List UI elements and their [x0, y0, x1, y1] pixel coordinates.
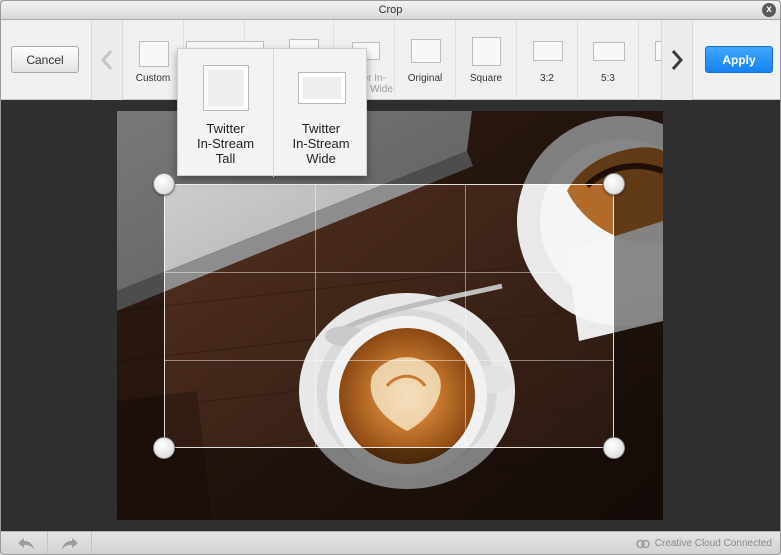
title-bar: Crop x	[1, 1, 780, 20]
cloud-status-label: Creative Cloud Connected	[654, 538, 772, 549]
preset-label: Original	[407, 73, 443, 84]
preset-thumbnail	[533, 41, 563, 61]
popup-item-label: Twitter In-Stream Wide	[292, 121, 350, 166]
undo-button[interactable]	[15, 535, 37, 553]
creative-cloud-icon	[635, 539, 650, 548]
grid-line	[465, 185, 466, 447]
redo-button[interactable]	[59, 535, 81, 553]
grid-line	[315, 185, 316, 447]
crop-box[interactable]	[164, 184, 614, 448]
preset-item[interactable]	[639, 20, 661, 100]
preset-custom[interactable]: Custom	[123, 20, 184, 100]
popup-thumbnail	[298, 72, 346, 104]
preset-5-3[interactable]: 5:3	[578, 20, 639, 100]
popup-item-twitter-wide[interactable]: Twitter In-Stream Wide	[273, 49, 368, 177]
popup-thumbnail	[203, 65, 249, 111]
preset-thumbnail	[411, 39, 441, 63]
cancel-button[interactable]: Cancel	[11, 46, 79, 73]
chevron-right-icon	[671, 50, 684, 70]
creative-cloud-status: Creative Cloud Connected	[635, 538, 772, 549]
chevron-left-icon	[100, 50, 113, 70]
divider	[47, 532, 48, 554]
crop-handle-bottom-right[interactable]	[603, 437, 625, 459]
preset-label: 5:3	[601, 73, 615, 84]
status-bar: Creative Cloud Connected	[1, 531, 780, 554]
crop-mask-bottom	[117, 448, 663, 520]
close-icon[interactable]: x	[762, 3, 776, 17]
crop-mask-right	[614, 184, 663, 448]
presets-next-button[interactable]	[661, 20, 693, 100]
grid-line	[165, 360, 613, 361]
crop-handle-top-left[interactable]	[153, 173, 175, 195]
crop-handle-top-right[interactable]	[603, 173, 625, 195]
redo-arrow-icon	[62, 538, 78, 550]
preset-thumbnail	[139, 41, 169, 67]
twitter-preset-popup: Twitter In-Stream Tall Twitter In-Stream…	[177, 48, 368, 177]
presets-prev-button[interactable]	[91, 20, 123, 100]
crop-handle-bottom-left[interactable]	[153, 437, 175, 459]
crop-toolbar: Cancel Custom Twitter In-Stream Wide	[1, 20, 780, 100]
crop-window: Crop x Cancel Custom Twitt	[0, 0, 781, 555]
divider	[91, 532, 92, 554]
preset-thumbnail	[472, 37, 501, 66]
preset-3-2[interactable]: 3:2	[517, 20, 578, 100]
window-title: Crop	[378, 4, 403, 16]
grid-line	[165, 272, 613, 273]
preset-square[interactable]: Square	[456, 20, 517, 100]
preset-label: Custom	[135, 73, 171, 84]
preset-label: Square	[469, 73, 503, 84]
crop-mask-left	[117, 184, 164, 448]
preset-thumbnail	[593, 42, 625, 61]
popup-item-label: Twitter In-Stream Tall	[196, 121, 255, 166]
preset-label: 3:2	[540, 73, 554, 84]
apply-button[interactable]: Apply	[705, 46, 773, 73]
undo-arrow-icon	[18, 538, 34, 550]
preset-original[interactable]: Original	[395, 20, 456, 100]
popup-item-twitter-tall[interactable]: Twitter In-Stream Tall	[178, 49, 273, 177]
